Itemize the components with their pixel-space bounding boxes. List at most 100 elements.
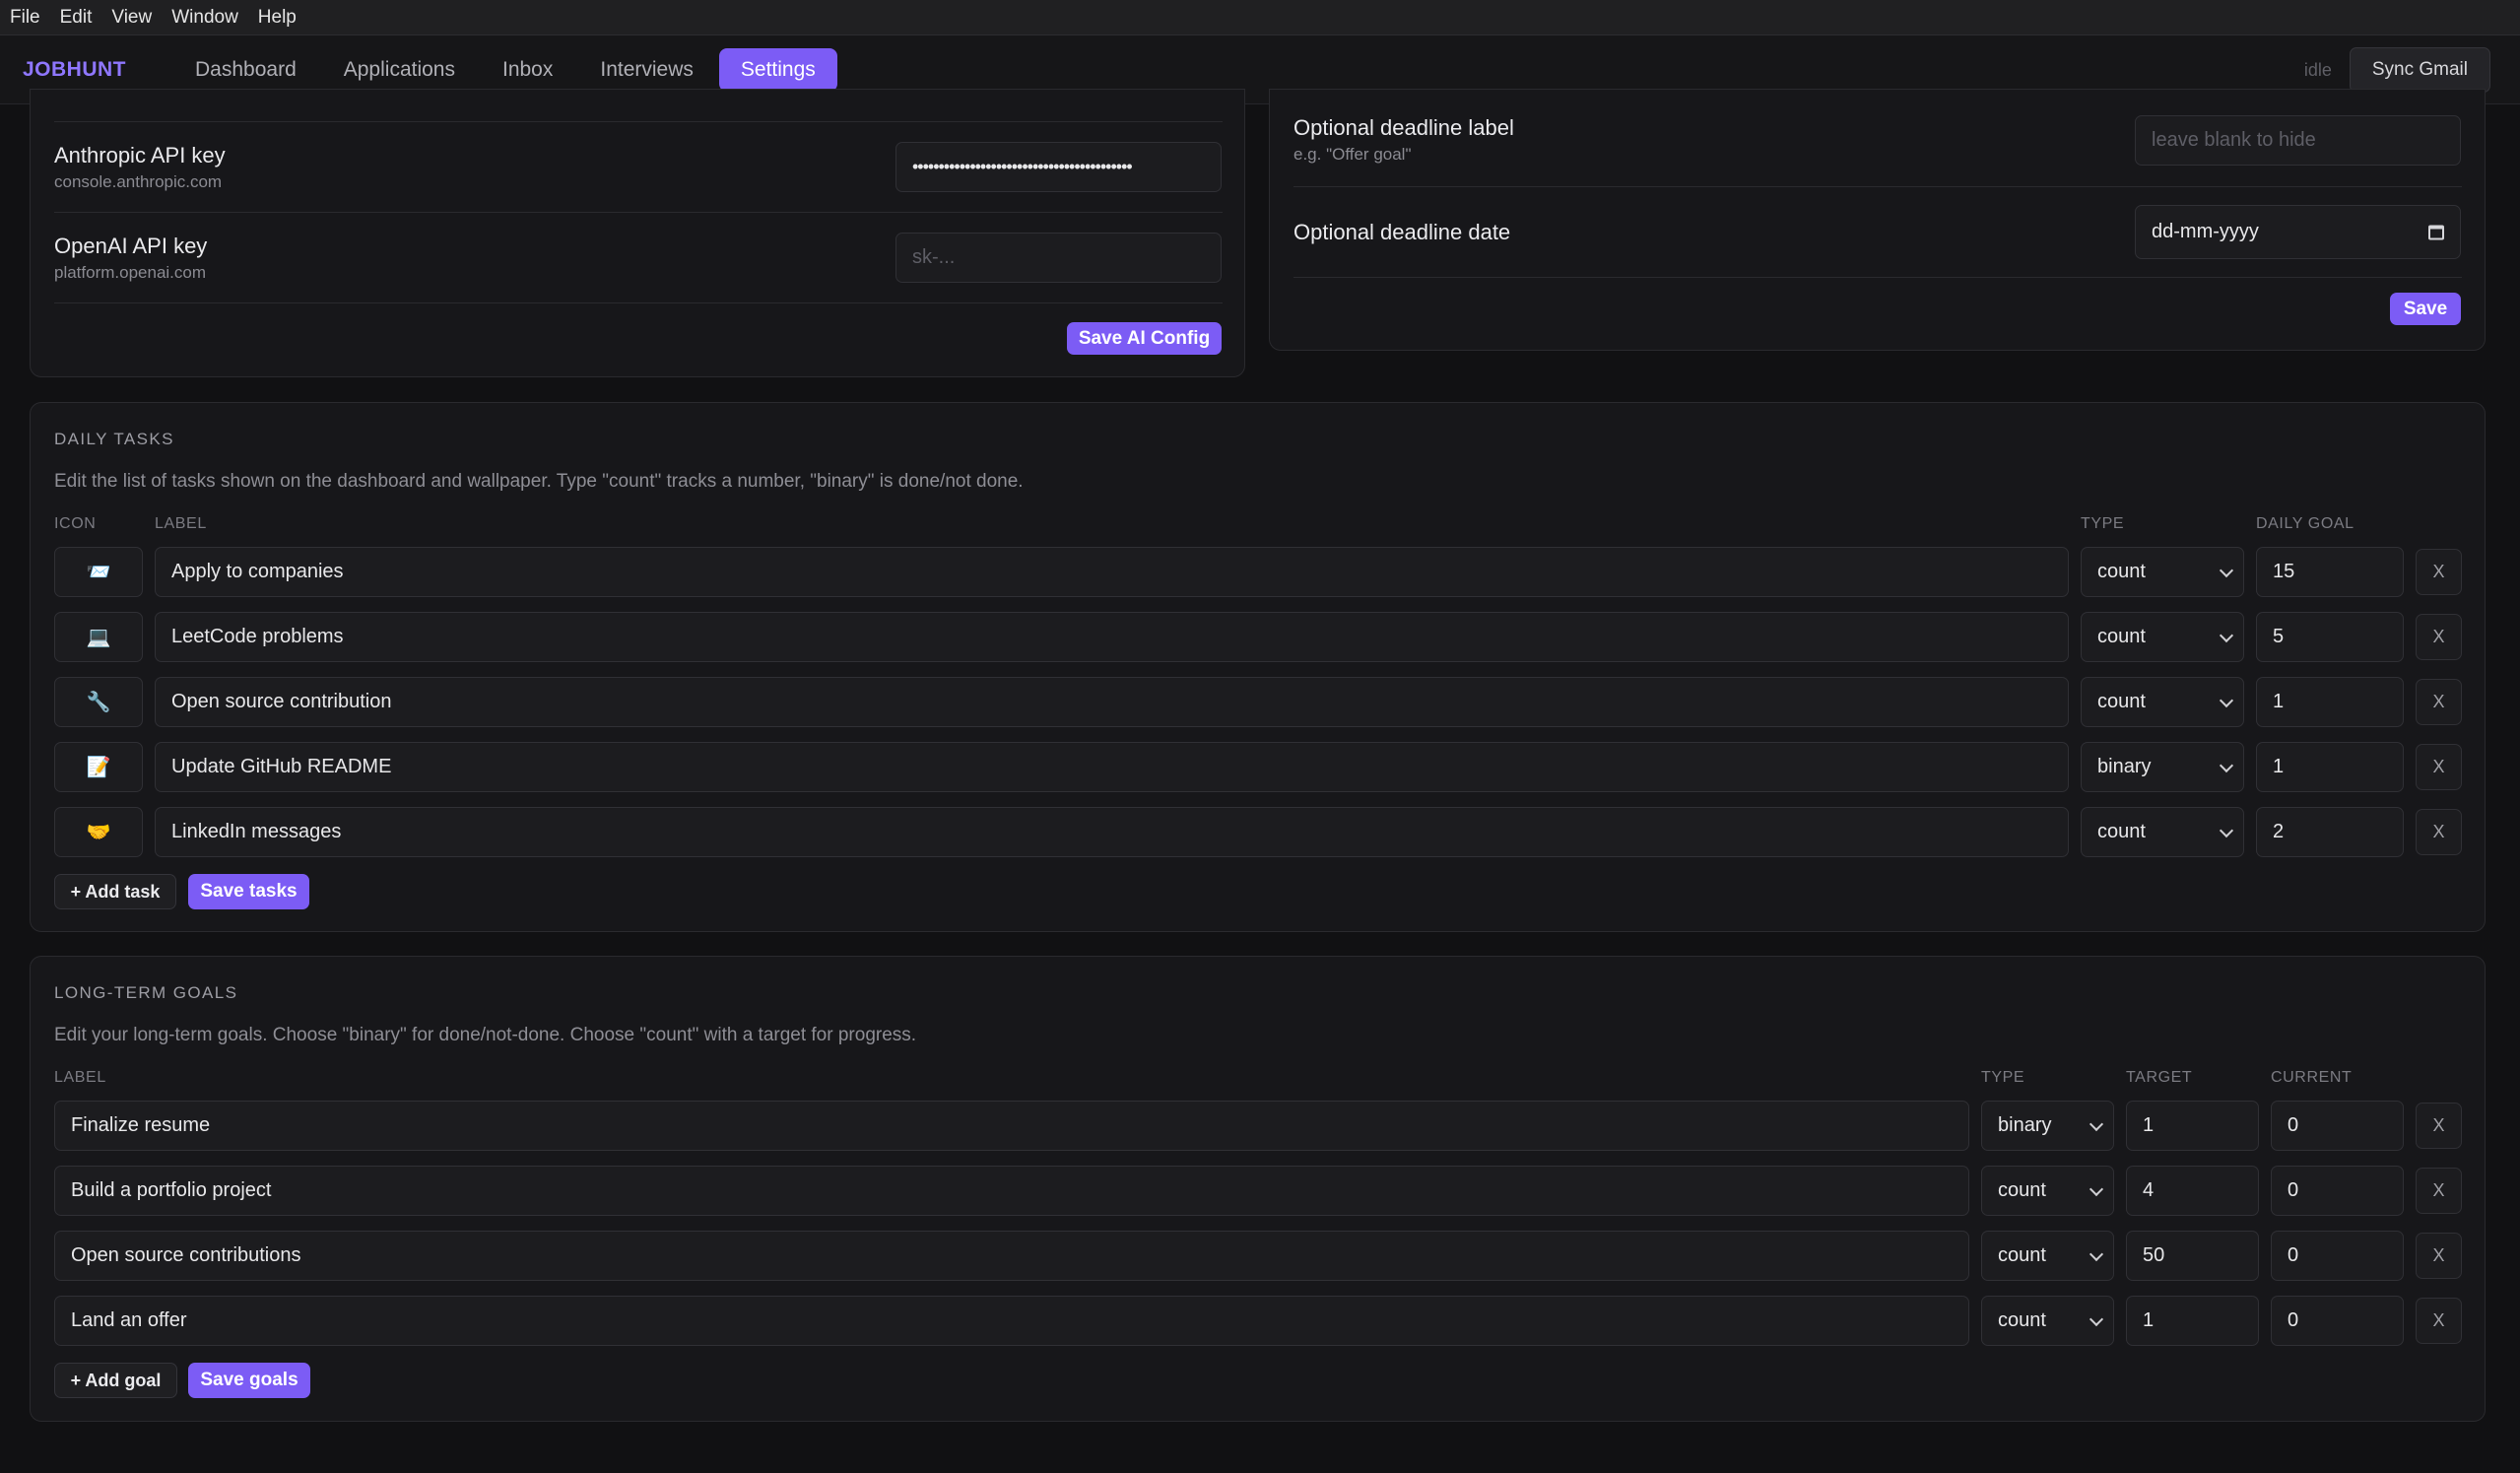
col-type: TYPE [1981,1069,2025,1086]
goal-label-input[interactable]: Build a portfolio project [54,1166,1969,1216]
deadline-label-hint: e.g. "Offer goal" [1293,145,1412,164]
chevron-down-icon [2219,823,2234,837]
chevron-down-icon [2089,1181,2104,1196]
task-icon-cell[interactable]: 📨 [54,547,143,597]
task-icon: 🔧 [86,692,111,713]
goal-current-input[interactable]: 0 [2271,1166,2404,1216]
goal-current-input[interactable]: 0 [2271,1101,2404,1151]
task-type-select[interactable]: count [2081,807,2244,857]
deadline-label-title: Optional deadline label [1293,115,1514,140]
save-ai-config-button[interactable]: Save AI Config [1067,322,1222,355]
save-deadline-button[interactable]: Save [2390,293,2461,325]
deadline-label-input[interactable]: leave blank to hide [2135,115,2461,166]
menu-file[interactable]: File [10,7,50,29]
openai-key-input[interactable]: sk-... [895,233,1222,283]
task-type-select[interactable]: binary [2081,742,2244,792]
task-icon: 📨 [86,562,111,583]
divider [1293,277,2462,278]
remove-goal-button[interactable]: X [2416,1103,2462,1149]
task-goal-input[interactable]: 15 [2256,547,2404,597]
task-goal-input[interactable]: 5 [2256,612,2404,662]
task-icon-cell[interactable]: 🔧 [54,677,143,727]
openai-key-label: OpenAI API key [54,234,208,258]
task-goal-input[interactable]: 1 [2256,742,2404,792]
goal-label-input[interactable]: Finalize resume [54,1101,1969,1151]
task-icon-cell[interactable]: 💻 [54,612,143,662]
col-label: LABEL [54,1069,106,1086]
remove-task-button[interactable]: X [2416,679,2462,725]
tab-settings[interactable]: Settings [718,47,837,92]
remove-task-button[interactable]: X [2416,809,2462,855]
task-type-select[interactable]: count [2081,612,2244,662]
save-goals-button[interactable]: Save goals [188,1363,310,1398]
add-task-button[interactable]: + Add task [54,874,176,909]
deadline-date-input[interactable]: dd-mm-yyyy [2135,205,2461,259]
remove-goal-button[interactable]: X [2416,1298,2462,1344]
goal-current-input[interactable]: 0 [2271,1296,2404,1346]
chevron-down-icon [2219,758,2234,772]
sync-gmail-button[interactable]: Sync Gmail [2349,47,2490,93]
openai-key-hint: platform.openai.com [54,263,207,282]
task-label-input[interactable]: Open source contribution [155,677,2069,727]
task-label-input[interactable]: LeetCode problems [155,612,2069,662]
chevron-down-icon [2219,693,2234,707]
add-goal-button[interactable]: + Add goal [54,1363,177,1398]
goal-target-input[interactable]: 1 [2126,1101,2259,1151]
task-label-input[interactable]: Apply to companies [155,547,2069,597]
goal-type-select[interactable]: binary [1981,1101,2114,1151]
task-icon-cell[interactable]: 📝 [54,742,143,792]
divider [54,302,1223,303]
menu-view[interactable]: View [111,7,162,29]
task-label-input[interactable]: Update GitHub README [155,742,2069,792]
goal-type-select[interactable]: count [1981,1166,2114,1216]
remove-task-button[interactable]: X [2416,614,2462,660]
deadline-date-placeholder: dd-mm-yyyy [2152,221,2259,242]
col-label: LABEL [155,515,207,532]
remove-task-button[interactable]: X [2416,549,2462,595]
goal-type-value: count [1998,1309,2046,1331]
goal-label-input[interactable]: Land an offer [54,1296,1969,1346]
sync-status: idle [2303,59,2332,80]
tab-inbox[interactable]: Inbox [481,48,574,92]
deadline-label-placeholder: leave blank to hide [2152,129,2316,151]
task-icon-cell[interactable]: 🤝 [54,807,143,857]
task-type-select[interactable]: count [2081,547,2244,597]
calendar-icon[interactable] [2428,225,2444,239]
divider [54,212,1223,213]
goal-target-input[interactable]: 4 [2126,1166,2259,1216]
chevron-down-icon [2089,1311,2104,1326]
anthropic-key-input[interactable]: ••••••••••••••••••••••••••••••••••••••••… [895,142,1222,192]
chevron-down-icon [2089,1246,2104,1261]
daily-tasks-panel: DAILY TASKS Edit the list of tasks shown… [30,402,2486,932]
save-tasks-button[interactable]: Save tasks [188,874,309,909]
goal-target-input[interactable]: 1 [2126,1296,2259,1346]
goal-target-input[interactable]: 50 [2126,1231,2259,1281]
goal-current-input[interactable]: 0 [2271,1231,2404,1281]
chevron-down-icon [2089,1116,2104,1131]
task-icon: 💻 [86,627,111,648]
task-goal-input[interactable]: 2 [2256,807,2404,857]
openai-key-placeholder: sk-... [912,246,956,268]
daily-tasks-title: DAILY TASKS [54,430,174,448]
task-type-select[interactable]: count [2081,677,2244,727]
task-icon: 🤝 [86,822,111,843]
goals-title: LONG-TERM GOALS [54,983,238,1002]
goal-type-select[interactable]: count [1981,1296,2114,1346]
menu-help[interactable]: Help [258,7,306,29]
goal-label-input[interactable]: Open source contributions [54,1231,1969,1281]
goal-type-select[interactable]: count [1981,1231,2114,1281]
remove-goal-button[interactable]: X [2416,1168,2462,1214]
tab-applications[interactable]: Applications [322,48,477,92]
task-goal-input[interactable]: 1 [2256,677,2404,727]
tab-dashboard[interactable]: Dashboard [173,48,318,92]
divider [1293,186,2462,187]
remove-goal-button[interactable]: X [2416,1233,2462,1279]
nav-right: idle Sync Gmail [2304,47,2490,93]
task-icon: 📝 [86,757,111,778]
task-label-input[interactable]: LinkedIn messages [155,807,2069,857]
tab-interviews[interactable]: Interviews [578,48,715,92]
menu-edit[interactable]: Edit [60,7,102,29]
remove-task-button[interactable]: X [2416,744,2462,790]
goals-description: Edit your long-term goals. Choose "binar… [54,1025,917,1045]
menu-window[interactable]: Window [171,7,248,29]
